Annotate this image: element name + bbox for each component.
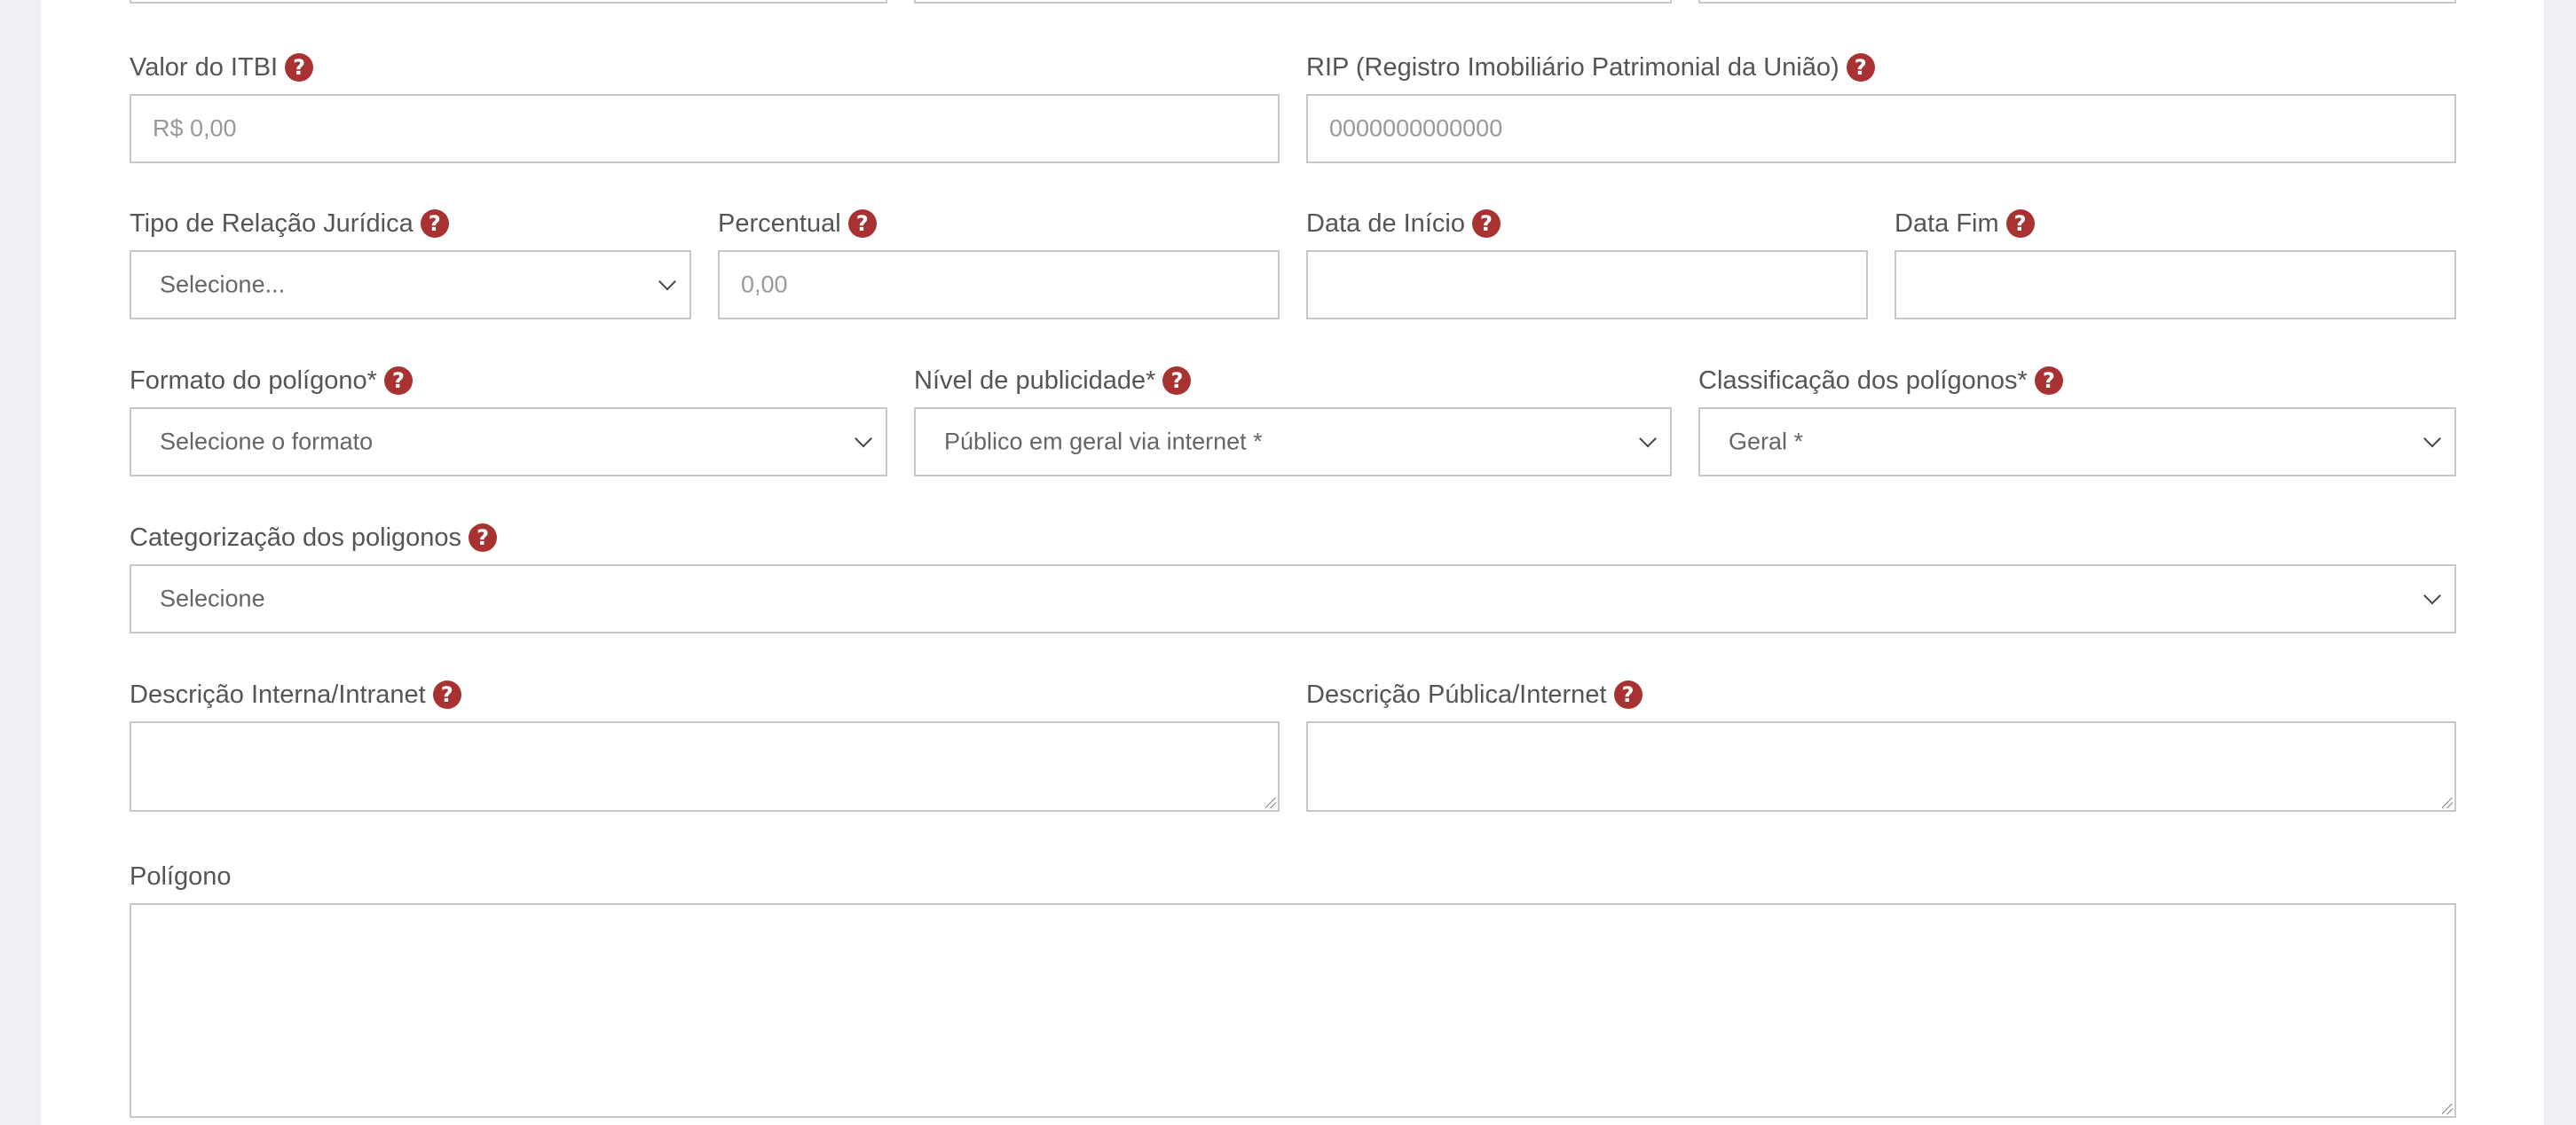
data-fim-label: Data Fim [1895,208,1999,238]
classificacao-field: Classificação dos polígonos* ? Geral * [1698,363,2456,476]
data-fim-input[interactable] [1895,250,2456,319]
resize-handle-icon[interactable] [2442,1104,2453,1114]
resize-handle-icon[interactable] [1265,798,1276,808]
help-icon[interactable]: ? [1162,366,1192,395]
categorizacao-field: Categorização dos poligonos ? Selecione [130,520,2456,633]
rip-label: RIP (Registro Imobiliário Patrimonial da… [1306,52,1839,82]
tipo-relacao-value: Selecione... [160,271,286,298]
help-icon[interactable]: ? [2034,366,2063,395]
help-icon[interactable]: ? [1613,681,1642,709]
help-icon[interactable]: ? [2005,209,2035,238]
poligono-label: Polígono [130,861,232,891]
chevron-down-icon [658,272,676,291]
chevron-down-icon [2423,586,2441,605]
tipo-relacao-field: Tipo de Relação Jurídica ? Selecione... [130,206,691,319]
descricao-publica-field: Descrição Pública/Internet ? [1306,677,2456,812]
help-icon[interactable]: ? [383,366,413,395]
percentual-label: Percentual [718,208,841,238]
descricao-interna-label: Descrição Interna/Intranet [130,680,426,709]
data-inicio-input[interactable] [1306,250,1868,319]
nivel-publicidade-select[interactable]: Público em geral via internet * [914,407,1672,476]
descricao-interna-field: Descrição Interna/Intranet ? [130,677,1280,812]
descricao-publica-label: Descrição Pública/Internet [1306,680,1607,709]
help-icon[interactable]: ? [420,209,449,238]
classificacao-select[interactable]: Geral * [1698,407,2456,476]
help-icon[interactable]: ? [1471,209,1501,238]
rip-input[interactable]: 0000000000000 [1306,94,2456,163]
previous-row-input-1[interactable] [130,0,887,4]
chevron-down-icon [855,429,872,448]
valor-itbi-field: Valor do ITBI ? R$ 0,00 [130,50,1280,163]
formato-poligono-value: Selecione o formato [160,428,374,455]
nivel-publicidade-label: Nível de publicidade* [914,366,1156,395]
formato-poligono-field: Formato do polígono* ? Selecione o forma… [130,363,887,476]
formato-poligono-label: Formato do polígono* [130,366,377,395]
valor-itbi-input[interactable]: R$ 0,00 [130,94,1280,163]
poligono-field: Polígono [130,859,2456,1118]
poligono-textarea[interactable] [130,903,2456,1118]
help-icon[interactable]: ? [1846,53,1875,82]
tipo-relacao-label: Tipo de Relação Jurídica [130,208,414,238]
tipo-relacao-select[interactable]: Selecione... [130,250,691,319]
percentual-field: Percentual ? 0,00 [718,206,1280,319]
data-inicio-label: Data de Início [1306,208,1465,238]
help-icon[interactable]: ? [847,209,877,238]
categorizacao-select[interactable]: Selecione [130,564,2456,633]
form-panel: Valor do ITBI ? R$ 0,00 RIP (Registro Im… [41,0,2544,1125]
rip-field: RIP (Registro Imobiliário Patrimonial da… [1306,50,2456,163]
descricao-publica-textarea[interactable] [1306,721,2456,812]
previous-row-input-2[interactable] [914,0,1672,4]
rip-placeholder: 0000000000000 [1329,114,1503,142]
chevron-down-icon [1639,429,1657,448]
classificacao-label: Classificação dos polígonos* [1698,366,2028,395]
help-icon[interactable]: ? [469,523,498,552]
help-icon[interactable]: ? [285,53,314,82]
formato-poligono-select[interactable]: Selecione o formato [130,407,887,476]
categorizacao-value: Selecione [160,585,265,612]
descricao-interna-textarea[interactable] [130,721,1280,812]
categorizacao-label: Categorização dos poligonos [130,523,462,552]
previous-row-input-3[interactable] [1698,0,2456,4]
valor-itbi-label: Valor do ITBI [130,52,279,82]
help-icon[interactable]: ? [432,681,461,709]
data-fim-field: Data Fim ? [1895,206,2456,319]
chevron-down-icon [2423,429,2441,448]
resize-handle-icon[interactable] [2442,798,2453,808]
data-inicio-field: Data de Início ? [1306,206,1868,319]
percentual-input[interactable]: 0,00 [718,250,1280,319]
nivel-publicidade-field: Nível de publicidade* ? Público em geral… [914,363,1672,476]
nivel-publicidade-value: Público em geral via internet * [944,428,1263,455]
valor-itbi-placeholder: R$ 0,00 [153,114,237,142]
classificacao-value: Geral * [1729,428,1804,455]
percentual-placeholder: 0,00 [741,271,788,298]
